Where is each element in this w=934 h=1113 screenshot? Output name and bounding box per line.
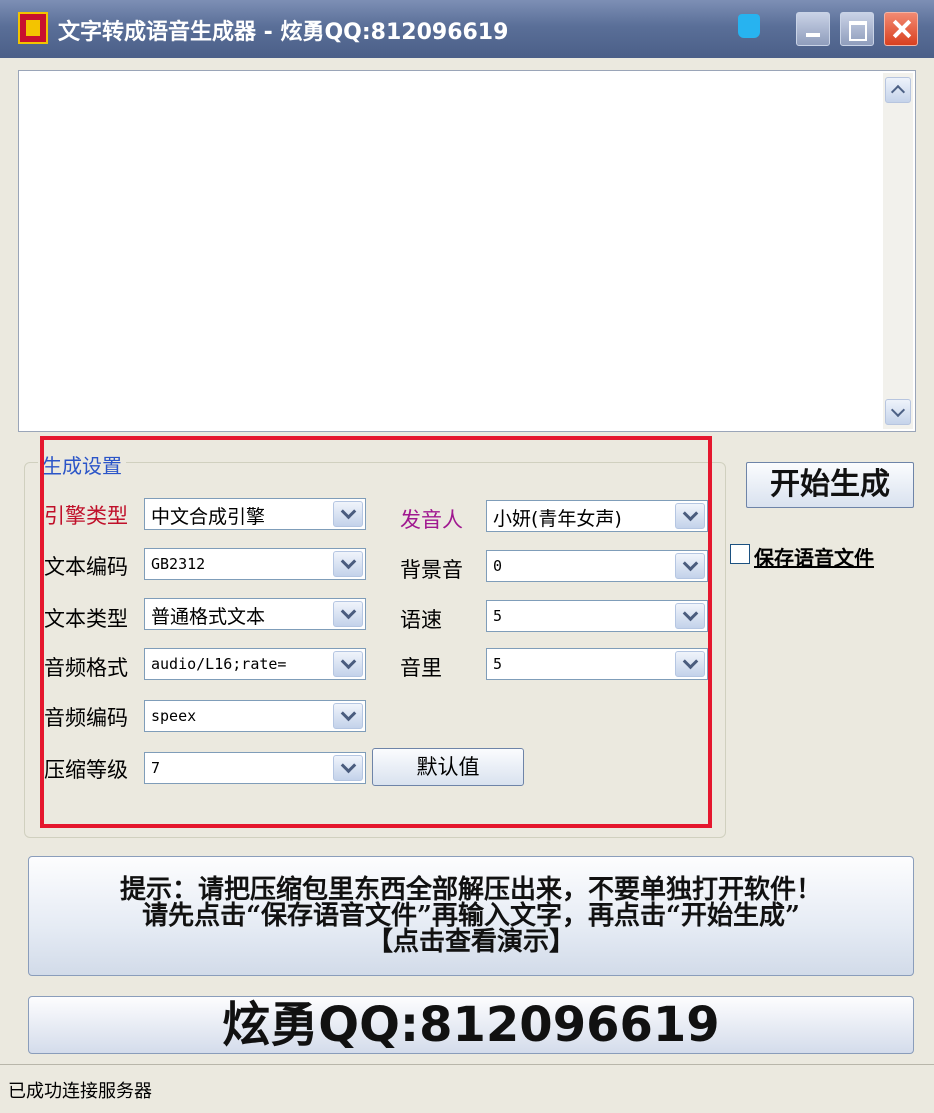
maximize-button[interactable] <box>840 12 874 46</box>
vertical-scrollbar[interactable] <box>883 73 913 429</box>
save-audio-checkbox[interactable] <box>730 544 750 564</box>
skin-shirt-icon[interactable] <box>738 14 760 38</box>
scroll-down-icon[interactable] <box>885 399 911 425</box>
close-button[interactable] <box>884 12 918 46</box>
status-text: 已成功连接服务器 <box>8 1081 152 1102</box>
hint-line-2: 请先点击“保存语音文件”再输入文字，再点击“开始生成” <box>142 901 800 931</box>
save-audio-label[interactable]: 保存语音文件 <box>754 542 874 571</box>
title-bar[interactable]: 文字转成语音生成器 - 炫勇QQ:812096619 <box>0 0 934 58</box>
qq-banner-button[interactable]: 炫勇QQ:812096619 <box>28 996 914 1054</box>
start-generate-button[interactable]: 开始生成 <box>746 462 914 508</box>
highlight-frame <box>40 436 712 828</box>
app-logo-icon <box>18 12 48 44</box>
app-window: 文字转成语音生成器 - 炫勇QQ:812096619 生成设置 引擎类型 中文合… <box>0 0 934 1113</box>
status-bar: 已成功连接服务器 <box>0 1064 934 1113</box>
hint-line-3: 【点击查看演示】 <box>366 927 575 957</box>
hint-line-1: 提示：请把压缩包里东西全部解压出来，不要单独打开软件！ <box>119 875 822 905</box>
hint-demo-button[interactable]: 提示：请把压缩包里东西全部解压出来，不要单独打开软件！ 请先点击“保存语音文件”… <box>28 856 914 976</box>
window-title: 文字转成语音生成器 - 炫勇QQ:812096619 <box>58 20 509 45</box>
minimize-button[interactable] <box>796 12 830 46</box>
text-input-area[interactable] <box>18 70 916 432</box>
scroll-up-icon[interactable] <box>885 77 911 103</box>
